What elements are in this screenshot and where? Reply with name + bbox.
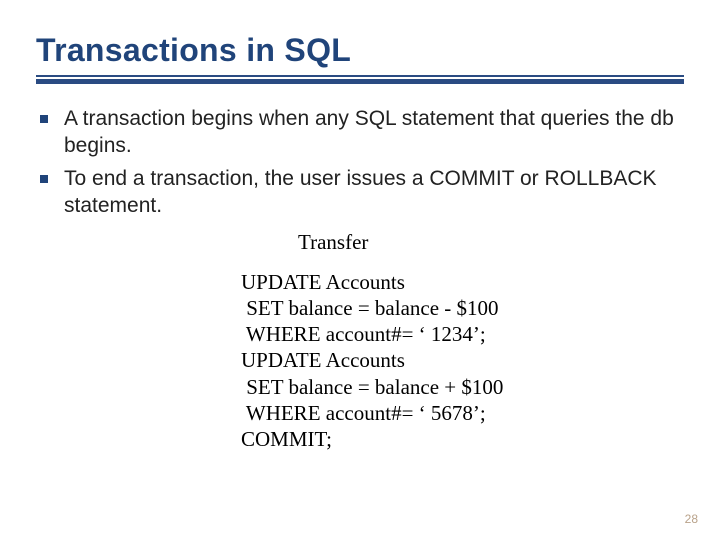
bullet-item: To end a transaction, the user issues a … bbox=[64, 166, 676, 220]
code-caption: Transfer bbox=[298, 230, 684, 255]
bullet-item: A transaction begins when any SQL statem… bbox=[64, 106, 676, 160]
slide-title: Transactions in SQL bbox=[36, 32, 684, 69]
bullet-list: A transaction begins when any SQL statem… bbox=[36, 106, 684, 220]
code-block: UPDATE Accounts SET balance = balance - … bbox=[241, 269, 684, 453]
title-rule bbox=[36, 75, 684, 84]
page-number: 28 bbox=[685, 512, 698, 526]
slide: Transactions in SQL A transaction begins… bbox=[0, 0, 720, 540]
